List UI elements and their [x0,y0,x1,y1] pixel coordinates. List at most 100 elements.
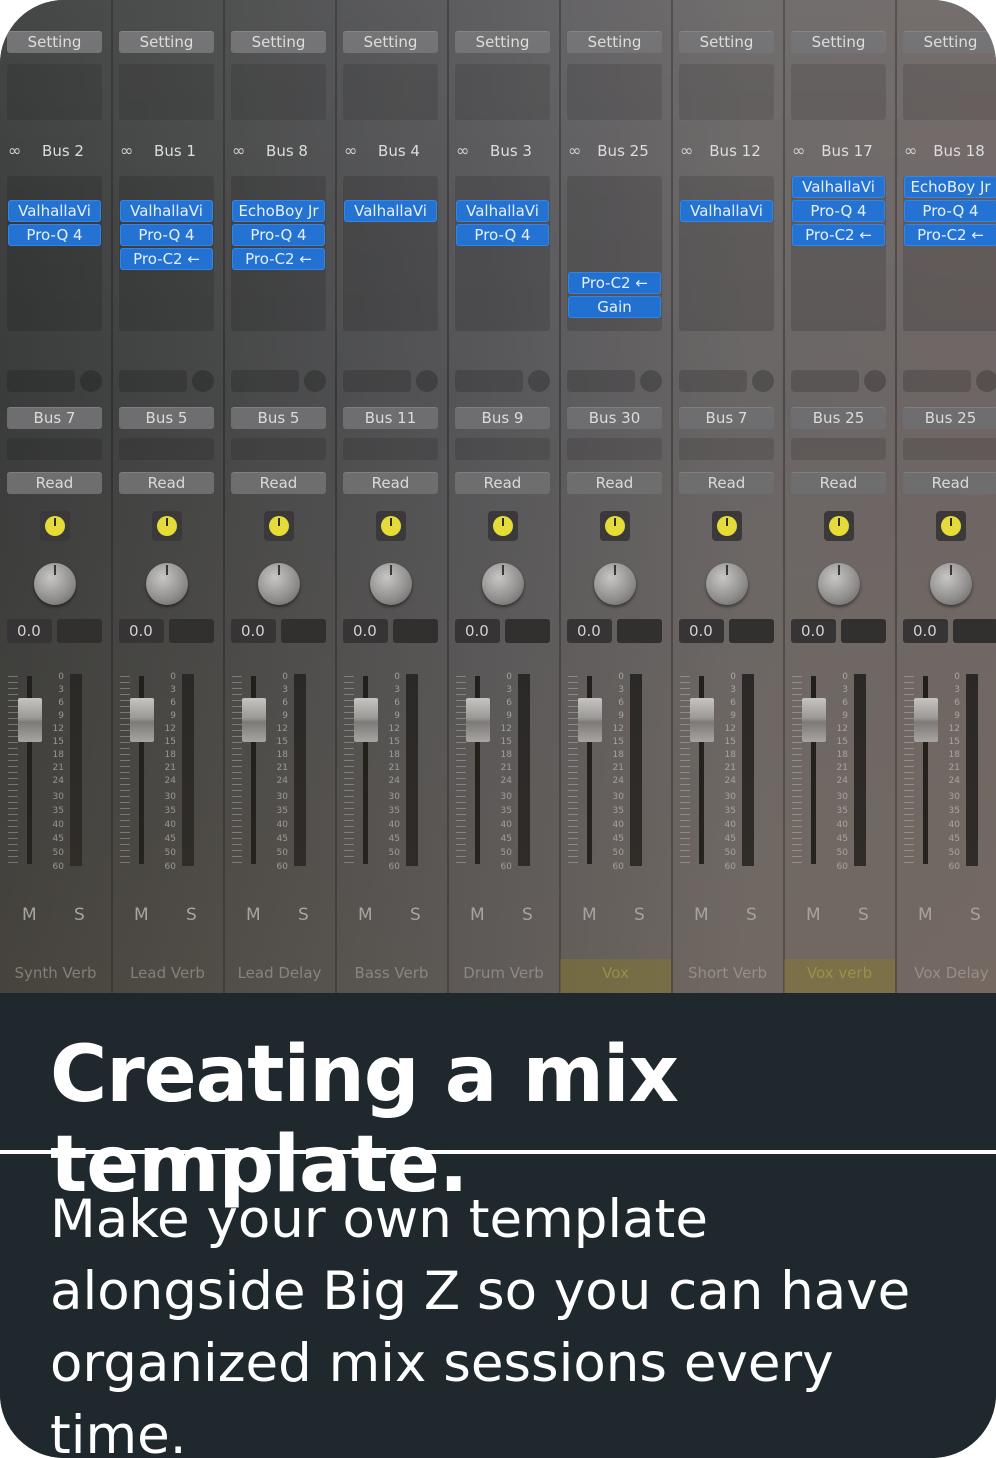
volume-fader[interactable] [466,698,490,742]
volume-fader[interactable] [578,698,602,742]
automation-mode[interactable]: Read [791,472,886,494]
input-selector[interactable]: ∞ Bus 1 [116,138,216,164]
plugin-slot[interactable]: ValhallaVi [680,200,773,222]
output-selector[interactable]: Bus 5 [119,407,214,429]
mute-button[interactable]: M [582,905,597,925]
track-name[interactable]: Bass Verb [336,959,447,993]
power-button[interactable] [264,511,294,541]
input-selector[interactable]: ∞ Bus 8 [228,138,328,164]
setting-button[interactable]: Setting [567,31,662,53]
eq-display[interactable] [791,64,886,120]
setting-button[interactable]: Setting [231,31,326,53]
output-selector[interactable]: Bus 7 [7,407,102,429]
group-slot[interactable] [791,438,886,460]
power-button[interactable] [600,511,630,541]
pan-knob[interactable] [258,563,300,605]
mute-button[interactable]: M [918,905,933,925]
plugin-slot[interactable]: ValhallaVi [792,176,885,198]
power-button[interactable] [152,511,182,541]
solo-button[interactable]: S [970,905,981,925]
plugin-slot[interactable]: ValhallaVi [456,200,549,222]
plugin-slot[interactable]: EchoBoy Jr [232,200,325,222]
volume-fader[interactable] [130,698,154,742]
track-name[interactable]: Vox [560,959,671,993]
solo-button[interactable]: S [634,905,645,925]
track-name[interactable]: Synth Verb [0,959,111,993]
volume-readout[interactable]: 0.0 [231,619,276,643]
setting-button[interactable]: Setting [343,31,438,53]
plugin-slot[interactable]: EchoBoy Jr [904,176,996,198]
pan-knob[interactable] [370,563,412,605]
plugin-slot[interactable]: Pro-Q 4 [456,224,549,246]
solo-button[interactable]: S [746,905,757,925]
plugin-slot[interactable]: ValhallaVi [344,200,437,222]
output-selector[interactable]: Bus 11 [343,407,438,429]
volume-readout[interactable]: 0.0 [679,619,724,643]
eq-display[interactable] [343,64,438,120]
pan-knob[interactable] [930,563,972,605]
volume-readout[interactable]: 0.0 [343,619,388,643]
send-level-knob[interactable] [528,370,550,392]
plugin-slot[interactable]: Pro-Q 4 [232,224,325,246]
plugin-slot[interactable]: Pro-Q 4 [792,200,885,222]
group-slot[interactable] [7,438,102,460]
input-selector[interactable]: ∞ Bus 25 [564,138,664,164]
setting-button[interactable]: Setting [119,31,214,53]
send-level-knob[interactable] [640,370,662,392]
mute-button[interactable]: M [358,905,373,925]
input-selector[interactable]: ∞ Bus 12 [676,138,776,164]
volume-fader[interactable] [690,698,714,742]
volume-fader[interactable] [354,698,378,742]
output-selector[interactable]: Bus 25 [903,407,996,429]
send-level-knob[interactable] [416,370,438,392]
output-selector[interactable]: Bus 5 [231,407,326,429]
pan-knob[interactable] [706,563,748,605]
track-name[interactable]: Drum Verb [448,959,559,993]
volume-readout[interactable]: 0.0 [7,619,52,643]
mute-button[interactable]: M [246,905,261,925]
send-slot[interactable] [231,370,299,392]
output-selector[interactable]: Bus 9 [455,407,550,429]
send-slot[interactable] [119,370,187,392]
automation-mode[interactable]: Read [679,472,774,494]
setting-button[interactable]: Setting [903,31,996,53]
plugin-slot[interactable]: Pro-Q 4 [8,224,101,246]
output-selector[interactable]: Bus 25 [791,407,886,429]
plugin-slot[interactable]: Pro-C2 ← [232,248,325,270]
eq-display[interactable] [7,64,102,120]
mute-button[interactable]: M [470,905,485,925]
power-button[interactable] [936,511,966,541]
plugin-slot[interactable]: ValhallaVi [8,200,101,222]
send-slot[interactable] [343,370,411,392]
group-slot[interactable] [903,438,996,460]
setting-button[interactable]: Setting [455,31,550,53]
mute-button[interactable]: M [806,905,821,925]
send-level-knob[interactable] [752,370,774,392]
send-slot[interactable] [455,370,523,392]
input-selector[interactable]: ∞ Bus 3 [452,138,552,164]
solo-button[interactable]: S [858,905,869,925]
power-button[interactable] [376,511,406,541]
track-name[interactable]: Short Verb [672,959,783,993]
send-level-knob[interactable] [192,370,214,392]
volume-fader[interactable] [802,698,826,742]
mute-button[interactable]: M [22,905,37,925]
automation-mode[interactable]: Read [7,472,102,494]
volume-fader[interactable] [914,698,938,742]
power-button[interactable] [712,511,742,541]
track-name[interactable]: Vox Delay [896,959,996,993]
send-slot[interactable] [791,370,859,392]
plugin-slot[interactable]: Pro-C2 ← [792,224,885,246]
send-slot[interactable] [903,370,971,392]
output-selector[interactable]: Bus 7 [679,407,774,429]
input-selector[interactable]: ∞ Bus 2 [4,138,104,164]
volume-readout[interactable]: 0.0 [567,619,612,643]
volume-readout[interactable]: 0.0 [119,619,164,643]
eq-display[interactable] [679,64,774,120]
group-slot[interactable] [119,438,214,460]
plugin-slot[interactable]: Pro-C2 ← [568,272,661,294]
output-selector[interactable]: Bus 30 [567,407,662,429]
volume-readout[interactable]: 0.0 [903,619,948,643]
input-selector[interactable]: ∞ Bus 17 [788,138,888,164]
mute-button[interactable]: M [694,905,709,925]
